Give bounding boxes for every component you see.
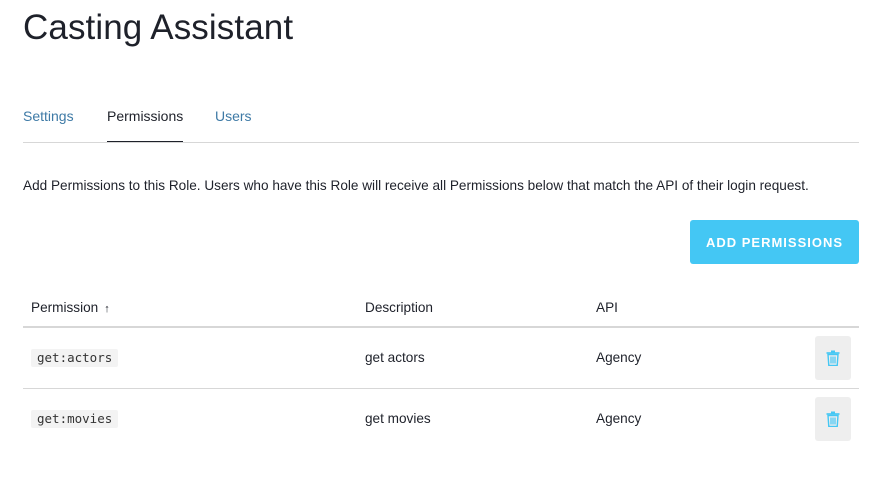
column-header-description: Description [365, 300, 433, 315]
delete-permission-button[interactable] [815, 336, 851, 380]
permissions-table: Permission ↑ Description API get:actors g… [23, 290, 859, 449]
permission-code: get:movies [31, 410, 119, 428]
permission-description: get actors [365, 350, 425, 365]
tab-users[interactable]: Users [215, 108, 252, 124]
sort-ascending-icon: ↑ [104, 303, 110, 315]
column-header-api: API [596, 300, 618, 315]
tab-bar: Settings Permissions Users [23, 100, 859, 143]
permission-code: get:actors [31, 349, 119, 367]
column-header-permission-label: Permission [31, 300, 99, 315]
column-header-permission[interactable]: Permission ↑ [31, 300, 110, 317]
table-header: Permission ↑ Description API [23, 290, 859, 328]
table-row: get:actors get actors Agency [23, 328, 859, 389]
add-permissions-button[interactable]: ADD PERMISSIONS [690, 220, 859, 264]
trash-icon [826, 411, 840, 427]
table-row: get:movies get movies Agency [23, 389, 859, 449]
tab-permissions[interactable]: Permissions [107, 108, 184, 142]
page-title: Casting Assistant [23, 8, 294, 47]
permission-description: get movies [365, 411, 431, 426]
delete-permission-button[interactable] [815, 397, 851, 441]
permission-api: Agency [596, 411, 642, 426]
permissions-info-text: Add Permissions to this Role. Users who … [23, 178, 809, 193]
trash-icon [826, 350, 840, 366]
tab-settings[interactable]: Settings [23, 108, 74, 124]
permission-api: Agency [596, 350, 642, 365]
